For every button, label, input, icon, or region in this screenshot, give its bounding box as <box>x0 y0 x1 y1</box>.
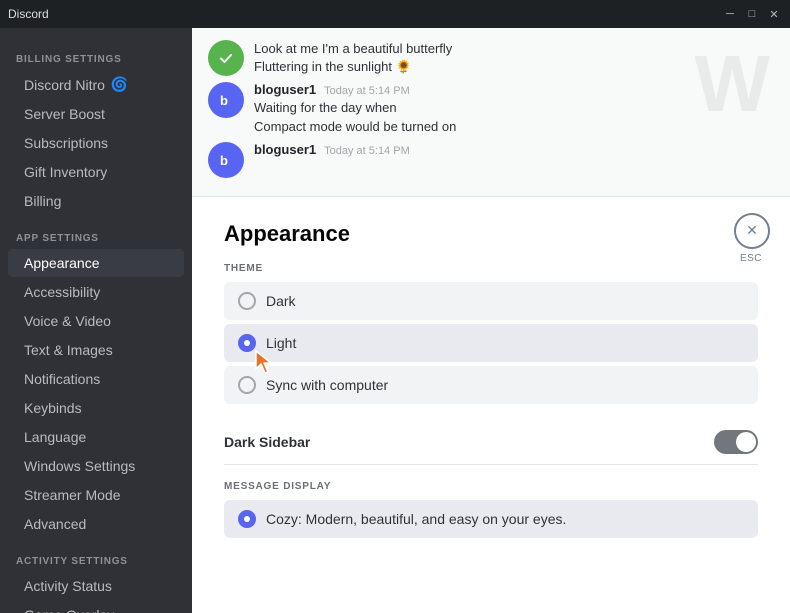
username-3: bloguser1 <box>254 142 316 157</box>
message-content-2: bloguser1 Today at 5:14 PM Waiting for t… <box>254 82 774 135</box>
voice-video-label: Voice & Video <box>24 313 111 329</box>
sidebar-item-discord-nitro[interactable]: Discord Nitro 🌀 <box>8 70 184 99</box>
billing-section-label: BILLING SETTINGS <box>0 48 192 69</box>
sidebar-item-keybinds[interactable]: Keybinds <box>8 394 184 422</box>
sidebar-item-windows-settings[interactable]: Windows Settings <box>8 452 184 480</box>
svg-text:b: b <box>220 93 228 108</box>
app-section-label: APP SETTINGS <box>0 227 192 248</box>
radio-cozy <box>238 510 256 528</box>
message-header-3: bloguser1 Today at 5:14 PM <box>254 142 774 157</box>
advanced-label: Advanced <box>24 516 86 532</box>
text-images-label: Text & Images <box>24 342 113 358</box>
window-controls: ─ □ ✕ <box>722 6 782 22</box>
streamer-mode-label: Streamer Mode <box>24 487 120 503</box>
minimize-button[interactable]: ─ <box>722 6 738 22</box>
sidebar-item-gift-inventory[interactable]: Gift Inventory <box>8 158 184 186</box>
sidebar-item-game-overlay[interactable]: Game Overlay <box>8 601 184 613</box>
server-boost-label: Server Boost <box>24 106 105 122</box>
discord-nitro-label: Discord Nitro <box>24 77 105 93</box>
keybinds-label: Keybinds <box>24 400 82 416</box>
game-overlay-label: Game Overlay <box>24 607 114 613</box>
message-text-1b: Fluttering in the sunlight 🌻 <box>254 58 774 76</box>
theme-option-sync[interactable]: Sync with computer <box>224 366 758 404</box>
gift-inventory-label: Gift Inventory <box>24 164 107 180</box>
sidebar-item-text-images[interactable]: Text & Images <box>8 336 184 364</box>
message-content-1: Look at me I'm a beautiful butterfly Flu… <box>254 40 774 76</box>
close-window-button[interactable]: ✕ <box>766 6 782 22</box>
chat-message-3: b bloguser1 Today at 5:14 PM <box>208 142 774 178</box>
avatar-2: b <box>208 82 244 118</box>
timestamp-3: Today at 5:14 PM <box>324 145 410 157</box>
close-settings-button[interactable]: ✕ <box>734 213 770 249</box>
notifications-label: Notifications <box>24 371 100 387</box>
radio-dark <box>238 292 256 310</box>
message-display-cozy[interactable]: Cozy: Modern, beautiful, and easy on you… <box>224 500 758 538</box>
sidebar-item-streamer-mode[interactable]: Streamer Mode <box>8 481 184 509</box>
activity-section-label: ACTIVITY SETTINGS <box>0 550 192 571</box>
svg-text:b: b <box>220 153 228 168</box>
sidebar: BILLING SETTINGS Discord Nitro 🌀 Server … <box>0 28 192 613</box>
timestamp-2: Today at 5:14 PM <box>324 85 410 97</box>
theme-light-label: Light <box>266 335 296 351</box>
message-text-2a: Waiting for the day when <box>254 99 774 117</box>
content-area: W Look at me I'm a beautiful butterfly F… <box>192 28 790 613</box>
message-display-section-label: MESSAGE DISPLAY <box>224 481 758 492</box>
theme-radio-group: Dark Light Sync with compute <box>224 282 758 404</box>
sidebar-item-appearance[interactable]: Appearance <box>8 249 184 277</box>
preview-area: W Look at me I'm a beautiful butterfly F… <box>192 28 790 197</box>
sidebar-item-subscriptions[interactable]: Subscriptions <box>8 129 184 157</box>
dark-sidebar-row: Dark Sidebar ✕ <box>224 420 758 465</box>
theme-section-label: THEME <box>224 263 758 274</box>
cozy-label: Cozy: Modern, beautiful, and easy on you… <box>266 511 566 527</box>
dark-sidebar-label: Dark Sidebar <box>224 434 310 450</box>
sidebar-item-voice-video[interactable]: Voice & Video <box>8 307 184 335</box>
appearance-label: Appearance <box>24 255 100 271</box>
toggle-x-icon: ✕ <box>745 435 754 448</box>
message-text-2b: Compact mode would be turned on <box>254 118 774 136</box>
avatar-1 <box>208 40 244 76</box>
sidebar-item-accessibility[interactable]: Accessibility <box>8 278 184 306</box>
subscriptions-label: Subscriptions <box>24 135 108 151</box>
username-2: bloguser1 <box>254 82 316 97</box>
app-title: Discord <box>8 7 49 21</box>
dark-sidebar-toggle[interactable]: ✕ <box>714 430 758 454</box>
theme-sync-label: Sync with computer <box>266 377 388 393</box>
main-container: BILLING SETTINGS Discord Nitro 🌀 Server … <box>0 28 790 613</box>
chat-message-1: Look at me I'm a beautiful butterfly Flu… <box>208 40 774 76</box>
theme-option-dark[interactable]: Dark <box>224 282 758 320</box>
nitro-icon: 🌀 <box>111 76 128 93</box>
sidebar-item-advanced[interactable]: Advanced <box>8 510 184 538</box>
language-label: Language <box>24 429 86 445</box>
esc-label: ESC <box>740 253 762 264</box>
radio-sync <box>238 376 256 394</box>
sidebar-item-server-boost[interactable]: Server Boost <box>8 100 184 128</box>
message-content-3: bloguser1 Today at 5:14 PM <box>254 142 774 159</box>
settings-content: Appearance ✕ ESC THEME Dark Light <box>192 197 790 562</box>
sidebar-item-notifications[interactable]: Notifications <box>8 365 184 393</box>
page-title: Appearance <box>224 221 758 247</box>
message-header-2: bloguser1 Today at 5:14 PM <box>254 82 774 97</box>
message-text-1a: Look at me I'm a beautiful butterfly <box>254 40 774 58</box>
radio-light <box>238 334 256 352</box>
title-bar: Discord ─ □ ✕ <box>0 0 790 28</box>
windows-settings-label: Windows Settings <box>24 458 135 474</box>
billing-label: Billing <box>24 193 61 209</box>
activity-status-label: Activity Status <box>24 578 112 594</box>
avatar-3: b <box>208 142 244 178</box>
chat-message-2: b bloguser1 Today at 5:14 PM Waiting for… <box>208 82 774 135</box>
accessibility-label: Accessibility <box>24 284 100 300</box>
sidebar-item-activity-status[interactable]: Activity Status <box>8 572 184 600</box>
theme-dark-label: Dark <box>266 293 296 309</box>
sidebar-item-language[interactable]: Language <box>8 423 184 451</box>
maximize-button[interactable]: □ <box>744 6 760 22</box>
theme-option-light[interactable]: Light <box>224 324 758 362</box>
sidebar-item-billing[interactable]: Billing <box>8 187 184 215</box>
